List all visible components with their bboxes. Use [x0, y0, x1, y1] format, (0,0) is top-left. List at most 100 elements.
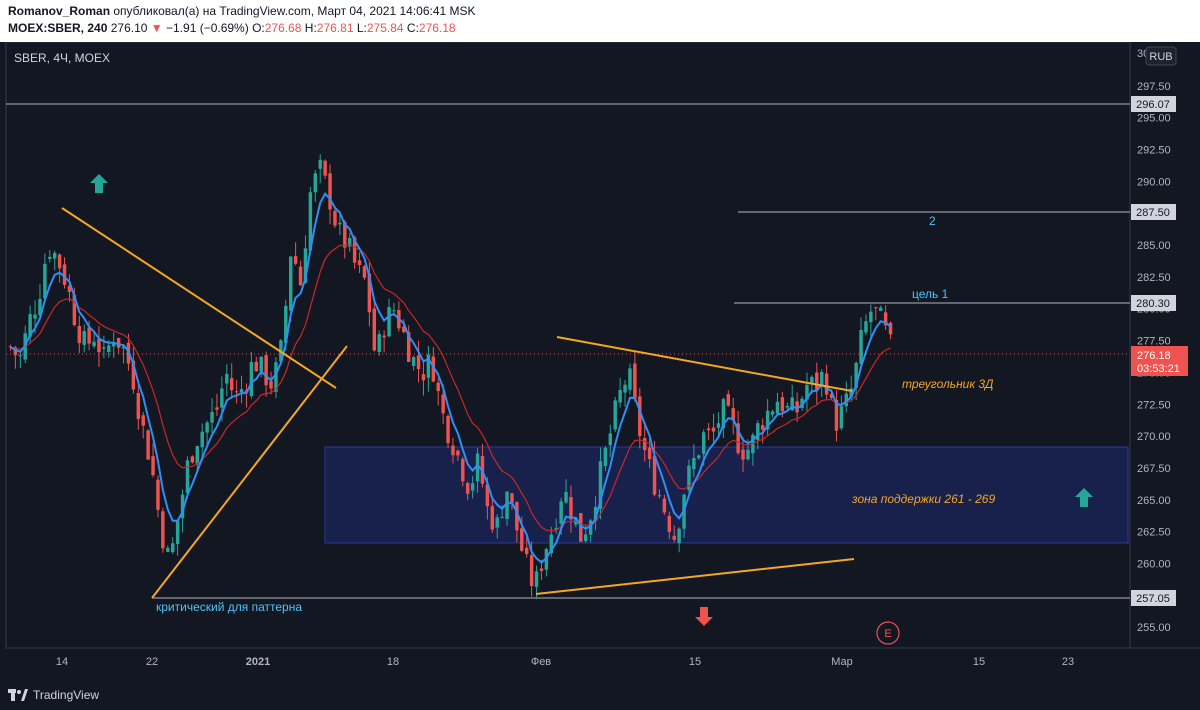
candle-body: [633, 363, 637, 399]
level-badge-text: 287.50: [1136, 207, 1170, 219]
candle-body: [220, 388, 224, 408]
tradingview-logo[interactable]: TradingView: [8, 688, 99, 702]
candle-body: [82, 331, 86, 345]
candle-body: [77, 325, 82, 344]
candle-body: [741, 449, 745, 460]
footer-bar: TradingView: [0, 682, 1200, 710]
candle-body: [175, 520, 180, 545]
candle-body: [692, 458, 696, 470]
time-tick: Мар: [831, 656, 853, 668]
level-badge-text: 257.05: [1136, 593, 1170, 605]
publication-line: Romanov_Roman опубликовал(а) на TradingV…: [8, 4, 476, 18]
candle-body: [495, 517, 499, 528]
candle-body: [716, 423, 721, 428]
candle-body: [33, 314, 37, 319]
candle-body: [672, 535, 676, 540]
triangle-label: треугольник 3Д: [902, 377, 994, 391]
candle-body: [92, 341, 96, 347]
candle-body: [18, 355, 23, 357]
candle-body: [780, 397, 785, 412]
candle-body: [608, 433, 613, 446]
candle-body: [362, 266, 367, 278]
plot-border: [5, 41, 1131, 649]
candle-body: [293, 256, 298, 264]
time-tick: 2021: [246, 656, 270, 668]
candle-body: [815, 372, 819, 390]
candle-body: [874, 307, 878, 309]
trendline-triangle-bottom[interactable]: [535, 558, 855, 595]
candle-body: [357, 260, 362, 266]
quote-line: MOEX:SBER, 240 276.10 ▼ −1.91 (−0.69%) O…: [8, 21, 456, 35]
candle-body: [264, 355, 268, 386]
candle-body: [785, 405, 790, 408]
candle-body: [57, 254, 62, 269]
candle-body: [623, 384, 627, 393]
candle-body: [87, 327, 91, 344]
candle-body: [810, 376, 814, 383]
candle-body: [107, 345, 111, 353]
published-text: опубликовал(а) на TradingView.com, Март …: [113, 4, 476, 18]
time-tick: 22: [146, 656, 158, 668]
level-badge-text: 280.30: [1136, 298, 1170, 310]
candle-body: [239, 389, 244, 393]
candle-body: [603, 447, 608, 467]
candle-body: [559, 501, 563, 524]
candle-body: [205, 422, 209, 433]
candle-body: [234, 391, 239, 393]
price-tick: 260.00: [1137, 559, 1171, 571]
chart-canvas[interactable]: E 2 цель 1 треугольник 3Д зона поддержки…: [0, 41, 1200, 682]
candle-body: [259, 356, 263, 372]
candle-body: [824, 373, 829, 395]
candle-body: [436, 382, 440, 392]
last-price-badge-text: 276.18: [1137, 350, 1171, 362]
support-zone-label: зона поддержки 261 - 269: [851, 492, 995, 506]
candle-body: [539, 568, 544, 571]
candle-body: [775, 401, 780, 414]
level-badge-text: 296.07: [1136, 99, 1170, 111]
candle-body: [141, 415, 145, 426]
candle-body: [215, 407, 219, 410]
price-chart[interactable]: E 2 цель 1 треугольник 3Д зона поддержки…: [0, 41, 1200, 682]
high-value: 276.81: [316, 21, 354, 35]
candle-body: [647, 447, 652, 460]
candle-body: [116, 337, 121, 348]
candle-body: [441, 394, 445, 414]
price-tick: 285.00: [1137, 240, 1171, 252]
trendline-support-left[interactable]: [151, 345, 348, 599]
time-tick: 14: [56, 656, 68, 668]
candle-body: [760, 425, 765, 430]
price-tick: 267.50: [1137, 463, 1171, 475]
candle-body: [770, 411, 775, 415]
candle-body: [210, 412, 214, 423]
time-tick: 23: [1062, 656, 1074, 668]
candle-body: [667, 515, 672, 532]
candle-body: [411, 357, 416, 366]
price-tick: 265.00: [1137, 495, 1171, 507]
candle-body: [510, 493, 514, 503]
tradingview-brand: TradingView: [33, 688, 100, 702]
low-label: L:: [356, 21, 367, 35]
candle-body: [328, 173, 332, 210]
candle-body: [520, 528, 524, 551]
candle-body: [195, 446, 200, 465]
candle-body: [524, 547, 529, 555]
candle-body: [657, 495, 662, 497]
candle-body: [136, 393, 141, 420]
candle-body: [161, 511, 165, 549]
candle-body: [726, 394, 731, 406]
candle-body: [170, 543, 175, 553]
time-axis[interactable]: 14 22 2021 18 Фев 15 Мар 15 23: [56, 656, 1074, 668]
support-zone[interactable]: [324, 446, 1129, 544]
price-tick: 295.00: [1137, 113, 1171, 125]
candle-body: [500, 516, 504, 518]
candle-body: [333, 210, 337, 226]
time-tick: 18: [387, 656, 399, 668]
candle-body: [52, 252, 57, 259]
candle-body: [421, 374, 426, 381]
author-name[interactable]: Romanov_Roman: [8, 4, 110, 18]
trendline-triangle-top[interactable]: [556, 336, 853, 392]
publication-header: Romanov_Roman опубликовал(а) на TradingV…: [0, 0, 1200, 42]
candle-body: [618, 390, 622, 403]
candle-body: [652, 456, 657, 495]
candle-body: [200, 431, 204, 448]
